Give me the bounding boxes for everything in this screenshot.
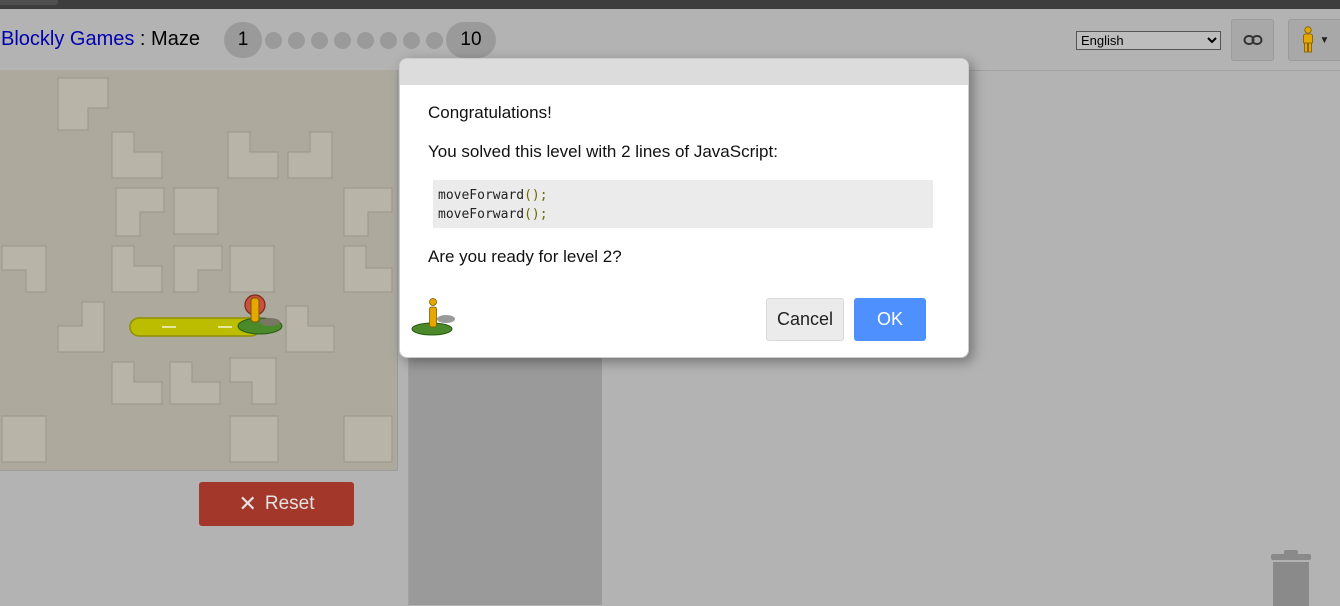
dialog-heading: Congratulations! <box>428 103 552 122</box>
page-title: Blockly Games : Maze <box>1 28 200 51</box>
maze-wall-tile <box>229 245 275 293</box>
level-1-button[interactable]: 1 <box>224 22 262 58</box>
pegman-sprite <box>250 297 260 323</box>
title-separator: : <box>134 28 152 50</box>
link-icon <box>1243 35 1262 45</box>
maze-wall-tile <box>173 245 223 293</box>
level-dot[interactable] <box>265 31 282 49</box>
maze-wall-tile <box>111 245 163 293</box>
brand-link[interactable]: Blockly Games <box>1 28 134 50</box>
maze-wall-tile <box>343 415 393 463</box>
level-dot[interactable] <box>426 31 443 49</box>
maze-wall-tile <box>111 361 163 405</box>
trash-icon[interactable] <box>1269 550 1313 606</box>
code-line: moveForward(); <box>438 205 933 224</box>
level-10-button[interactable]: 10 <box>446 22 496 58</box>
maze-wall-tile <box>343 187 393 237</box>
level-dot[interactable] <box>311 31 328 49</box>
maze-wall-tile <box>57 301 105 353</box>
x-icon: ✕ <box>238 491 257 516</box>
maze-wall-tile <box>111 131 163 179</box>
language-select[interactable]: English <box>1076 31 1221 50</box>
level-selector: 1 10 <box>224 22 496 58</box>
level-dot[interactable] <box>357 31 374 49</box>
maze-svg <box>1 77 393 463</box>
code-block: moveForward(); moveForward(); <box>433 180 933 228</box>
game-name: Maze <box>151 28 200 50</box>
ok-button[interactable]: OK <box>854 298 926 341</box>
maze-wall-tile <box>227 131 279 179</box>
level-dot[interactable] <box>380 31 397 49</box>
code-punctuation: (); <box>524 188 548 203</box>
maze-wall-tile <box>229 415 279 463</box>
reset-label: Reset <box>264 493 315 514</box>
dialog-summary: You solved this level with 2 lines of Ja… <box>428 142 778 161</box>
cancel-button[interactable]: Cancel <box>766 298 844 341</box>
browser-top-strip <box>0 0 1340 9</box>
maze-wall-tile <box>343 245 393 293</box>
reset-button[interactable]: ✕ Reset <box>199 482 354 526</box>
maze-board <box>0 70 398 471</box>
level-dot[interactable] <box>334 31 351 49</box>
maze-wall-tile <box>115 187 165 237</box>
dialog-question: Are you ready for level 2? <box>428 247 622 266</box>
maze-wall-tile <box>1 245 47 293</box>
maze-wall-tile <box>1 415 47 463</box>
chevron-down-icon: ▼ <box>1319 34 1330 46</box>
pegman-icon <box>411 298 455 336</box>
level-dot[interactable] <box>403 31 420 49</box>
code-function: moveForward <box>438 188 525 203</box>
maze-wall-tile <box>173 187 219 235</box>
maze-wall-tile <box>287 131 333 179</box>
tab-edge <box>0 0 58 5</box>
dialog-titlebar[interactable] <box>400 59 968 85</box>
code-line: moveForward(); <box>438 186 933 205</box>
maze-wall-tile <box>229 357 277 405</box>
code-punctuation: (); <box>524 207 548 222</box>
pegman-menu-button[interactable]: ▼ <box>1288 19 1340 61</box>
link-button[interactable] <box>1231 19 1274 61</box>
pegman-icon <box>1302 26 1313 53</box>
congratulations-dialog: Congratulations! You solved this level w… <box>399 58 969 358</box>
maze-wall-tile <box>57 77 109 131</box>
maze-wall-tile <box>285 305 335 353</box>
maze-wall-tile <box>169 361 221 405</box>
level-dot[interactable] <box>288 31 305 49</box>
code-function: moveForward <box>438 207 525 222</box>
goal-marker-shadow <box>260 318 280 326</box>
